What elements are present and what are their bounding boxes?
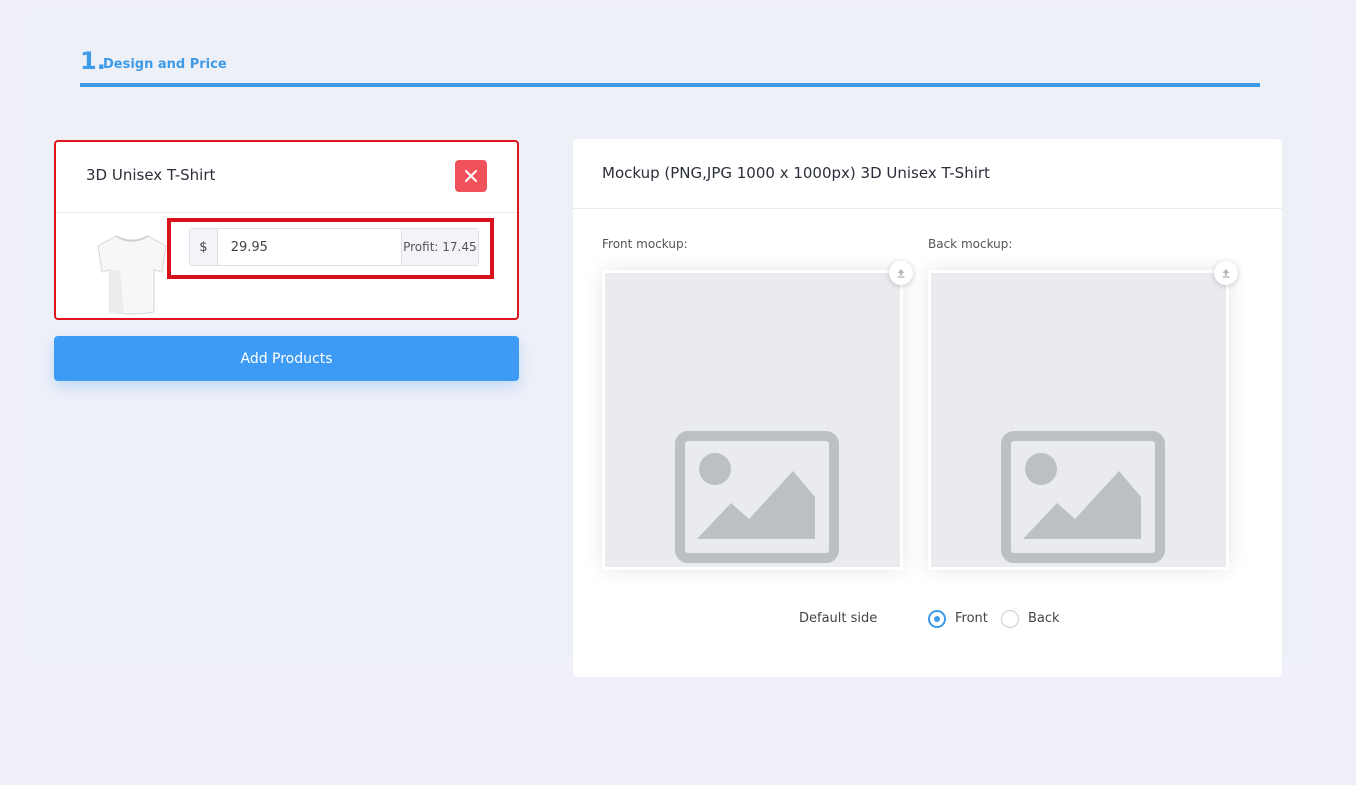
add-products-button[interactable]: Add Products bbox=[54, 336, 519, 381]
mockup-title: Mockup (PNG,JPG 1000 x 1000px) 3D Unisex… bbox=[602, 164, 990, 182]
price-input[interactable] bbox=[217, 229, 401, 265]
front-radio-label[interactable]: Front bbox=[955, 611, 988, 626]
back-mockup-dropzone[interactable] bbox=[928, 270, 1229, 570]
price-input-group: $ Profit: 17.45 bbox=[189, 228, 479, 266]
image-placeholder-icon bbox=[1001, 431, 1165, 563]
front-mockup-dropzone[interactable] bbox=[602, 270, 903, 570]
step-number: 1. bbox=[80, 47, 106, 75]
step-title: Design and Price bbox=[103, 57, 227, 72]
image-placeholder-icon bbox=[675, 431, 839, 563]
upload-icon bbox=[1222, 269, 1230, 278]
close-icon bbox=[465, 170, 477, 182]
mockup-card: Mockup (PNG,JPG 1000 x 1000px) 3D Unisex… bbox=[573, 139, 1282, 677]
front-mockup-label: Front mockup: bbox=[602, 237, 688, 251]
tshirt-image bbox=[97, 235, 167, 315]
back-mockup-label: Back mockup: bbox=[928, 237, 1013, 251]
default-side-label: Default side bbox=[799, 611, 878, 626]
back-upload-button[interactable] bbox=[1214, 261, 1238, 285]
back-radio[interactable] bbox=[1001, 610, 1019, 628]
front-radio[interactable] bbox=[928, 610, 946, 628]
remove-product-button[interactable] bbox=[455, 160, 487, 192]
currency-symbol: $ bbox=[190, 229, 218, 265]
upload-icon bbox=[897, 269, 905, 278]
product-card-header: 3D Unisex T-Shirt bbox=[56, 142, 517, 213]
profit-label: Profit: 17.45 bbox=[400, 229, 478, 265]
back-radio-label[interactable]: Back bbox=[1028, 611, 1060, 626]
front-upload-button[interactable] bbox=[889, 261, 913, 285]
mockup-header: Mockup (PNG,JPG 1000 x 1000px) 3D Unisex… bbox=[573, 139, 1282, 209]
step-header: 1. Design and Price bbox=[80, 46, 1260, 87]
product-title: 3D Unisex T-Shirt bbox=[86, 166, 216, 184]
